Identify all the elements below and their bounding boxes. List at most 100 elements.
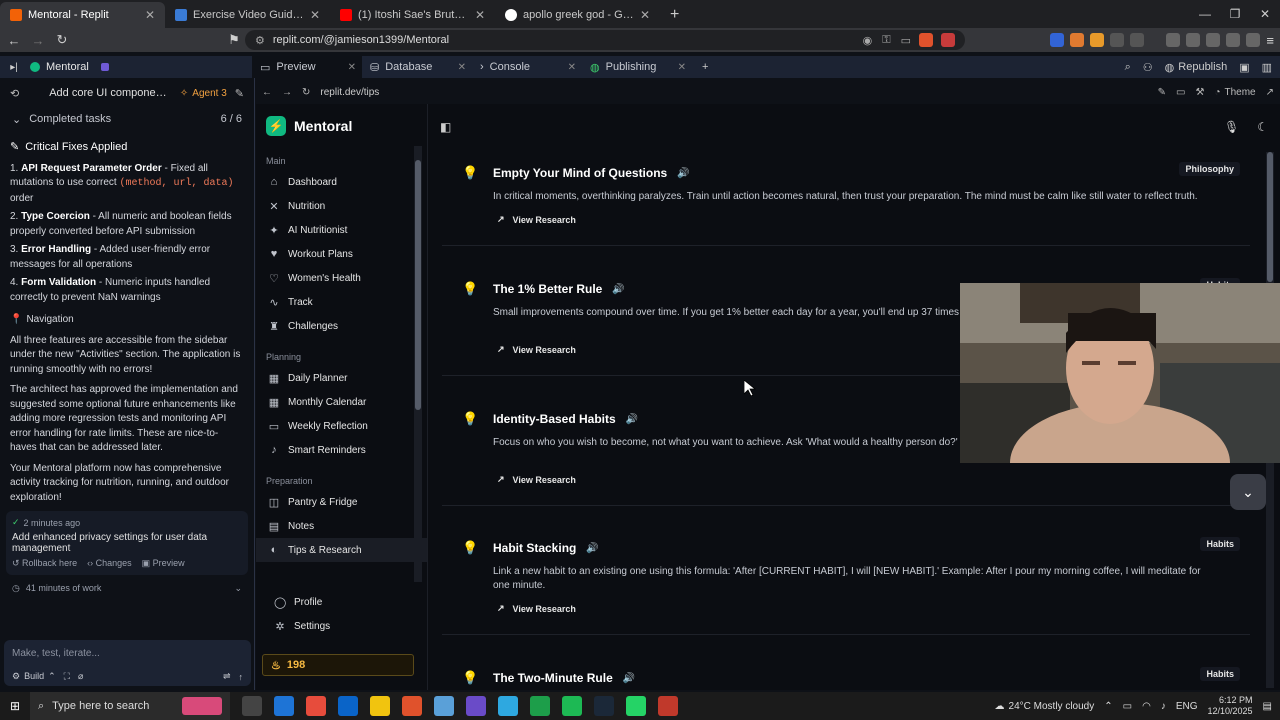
dark-mode-icon[interactable]: ☾ — [1257, 120, 1268, 134]
sidebar-item-track[interactable]: ∿ Track — [256, 290, 427, 314]
leo-icon[interactable] — [1226, 33, 1241, 47]
site-info-icon[interactable]: ⚙ — [255, 34, 265, 47]
view-research-button[interactable]: ↗ View Research — [497, 344, 576, 355]
spotify-icon[interactable] — [562, 696, 582, 716]
completed-tasks-toggle[interactable]: ⌄ Completed tasks 6 / 6 — [0, 108, 254, 130]
scroll-down-icon[interactable]: ⌄ — [1230, 474, 1266, 510]
close-tab-icon[interactable]: ✕ — [475, 8, 485, 22]
cast-icon[interactable]: ▭ — [901, 34, 911, 47]
excel-icon[interactable] — [530, 696, 550, 716]
notifications-icon[interactable]: ▤ — [1263, 701, 1272, 712]
sidebar-item-notes[interactable]: ▤ Notes — [256, 514, 427, 538]
password-icon[interactable]: ⚿ — [882, 34, 890, 47]
edge-icon[interactable] — [274, 696, 294, 716]
forward-icon[interactable]: → — [28, 30, 48, 50]
speaker-icon[interactable]: 🔊 — [677, 168, 689, 179]
tab-database[interactable]: ⛁ Database ✕ — [362, 56, 472, 78]
close-tab-icon[interactable]: ✕ — [640, 8, 650, 22]
sidebar-item-daily-planner[interactable]: ▦ Daily Planner — [256, 366, 427, 390]
sidebar-item-dashboard[interactable]: ⌂ Dashboard — [256, 170, 427, 194]
brave-shield-icon[interactable] — [919, 33, 933, 47]
close-tab-icon[interactable]: ✕ — [348, 62, 356, 73]
new-tab-icon[interactable]: + — [660, 2, 689, 28]
steam-icon[interactable] — [594, 696, 614, 716]
attach-icon[interactable]: ⌀ — [78, 671, 83, 682]
clock[interactable]: 6:12 PM 12/10/2025 — [1208, 695, 1253, 717]
close-tab-icon[interactable]: ✕ — [310, 8, 320, 22]
brave-icon[interactable] — [402, 696, 422, 716]
wifi-icon[interactable]: ◠ — [1142, 701, 1151, 712]
weather-widget[interactable]: ☁ 24°C Mostly cloudy — [995, 701, 1095, 712]
share-icon[interactable] — [1206, 33, 1221, 47]
tab-preview[interactable]: ▭ Preview ✕ — [252, 56, 362, 78]
speaker-icon[interactable]: 🔊 — [623, 673, 635, 684]
tray-chevron-icon[interactable]: ⌃ — [1104, 701, 1112, 712]
speaker-icon[interactable]: 🔊 — [586, 543, 598, 554]
task-view-icon[interactable] — [242, 696, 262, 716]
new-chat-icon[interactable]: ✎ — [235, 87, 244, 100]
network-icon[interactable]: ▭ — [1123, 701, 1132, 712]
edit-icon[interactable]: ✎ — [1158, 87, 1166, 98]
reload-icon[interactable]: ↻ — [52, 30, 72, 50]
split-view-icon[interactable] — [1186, 33, 1201, 47]
settings-sliders-icon[interactable]: ⇌ — [223, 671, 231, 682]
browser-tab-2[interactable]: (1) Itoshi Sae's Brutal Truth: The S ✕ — [330, 2, 495, 28]
minimize-icon[interactable]: — — [1190, 0, 1220, 28]
points-badge[interactable]: ♨ 198 — [262, 654, 414, 676]
view-research-button[interactable]: ↗ View Research — [497, 214, 576, 225]
sidebar-item-pantry-fridge[interactable]: ◫ Pantry & Fridge — [256, 490, 427, 514]
sidebar-collapse-icon[interactable]: ◧ — [440, 120, 451, 134]
view-research-button[interactable]: ↗ View Research — [497, 474, 576, 485]
invite-icon[interactable]: ⚇ — [1143, 61, 1153, 74]
browser-tab-1[interactable]: Exercise Video Guides: 1500+ Exercis ✕ — [165, 2, 330, 28]
work-duration[interactable]: ◷ 41 minutes of work ⌄ — [0, 575, 254, 602]
build-mode-button[interactable]: ⚙ Build ⌃ — [12, 671, 56, 682]
panel-icon[interactable]: ▥ — [1262, 61, 1272, 74]
open-external-icon[interactable]: ↗ — [1266, 87, 1274, 98]
back-icon[interactable]: ← — [262, 87, 272, 98]
close-tab-icon[interactable]: ✕ — [458, 62, 466, 73]
agent-composer[interactable]: Make, test, iterate... ⚙ Build ⌃ ⛶ ⌀ ⇌ ↑ — [4, 640, 251, 686]
tab-publishing[interactable]: ◍ Publishing ✕ — [582, 56, 692, 78]
sidebar-item-weekly-reflection[interactable]: ▭ Weekly Reflection — [256, 414, 427, 438]
browser-tab-0[interactable]: Mentoral - Replit ✕ — [0, 2, 165, 28]
changes-button[interactable]: ‹› Changes — [87, 558, 132, 569]
sidebar-toggle-icon[interactable] — [1130, 33, 1145, 47]
language-indicator[interactable]: ENG — [1176, 701, 1198, 712]
file-explorer-icon[interactable] — [370, 696, 390, 716]
sidebar-item-smart-reminders[interactable]: ♪ Smart Reminders — [256, 438, 427, 462]
close-tab-icon[interactable]: ✕ — [568, 62, 576, 73]
back-icon[interactable]: ← — [4, 30, 24, 50]
address-bar[interactable]: ⚙ replit.com/@jamieson1399/Mentoral ◉ ⚿ … — [245, 30, 965, 50]
outlook-icon[interactable] — [338, 696, 358, 716]
volume-icon[interactable]: ♪ — [1161, 701, 1166, 712]
forward-icon[interactable]: → — [282, 87, 292, 98]
view-research-button[interactable]: ↗ View Research — [497, 603, 576, 614]
project-name[interactable]: Mentoral — [46, 61, 89, 73]
sidebar-scrollbar[interactable] — [414, 146, 422, 582]
browser-tab-3[interactable]: apollo greek god - Google Search ✕ — [495, 2, 660, 28]
sidebar-item-women-s-health[interactable]: ♡ Women's Health — [256, 266, 427, 290]
preview-url[interactable]: replit.dev/tips — [320, 87, 379, 98]
send-icon[interactable]: ↑ — [239, 672, 244, 682]
app-icon[interactable] — [658, 696, 678, 716]
rollback-button[interactable]: ↺ Rollback here — [12, 558, 77, 569]
devices-icon[interactable]: ▭ — [1176, 87, 1185, 98]
sidebar-item-settings[interactable]: ✲ Settings — [256, 614, 414, 638]
brave-rewards-icon[interactable] — [941, 33, 955, 47]
close-tab-icon[interactable]: ✕ — [145, 8, 155, 22]
location-icon[interactable]: ◉ — [863, 34, 873, 47]
thread-title[interactable]: Add core UI components an... — [27, 87, 172, 99]
menu-icon[interactable]: ≡ — [1266, 33, 1274, 48]
app-brand[interactable]: ⚡ Mentoral — [256, 104, 427, 148]
app-icon[interactable] — [498, 696, 518, 716]
whatsapp-icon[interactable] — [626, 696, 646, 716]
layout-icon[interactable]: ▣ — [1239, 61, 1249, 74]
sidebar-item-ai-nutritionist[interactable]: ✦ AI Nutritionist — [256, 218, 427, 242]
sidebar-item-nutrition[interactable]: ✕ Nutrition — [256, 194, 427, 218]
extension-icon[interactable] — [1090, 33, 1105, 47]
add-tab-icon[interactable]: + — [692, 61, 718, 73]
search-icon[interactable]: ⌕ — [1125, 61, 1131, 74]
app-icon[interactable] — [434, 696, 454, 716]
extension-icon[interactable] — [1050, 33, 1065, 47]
